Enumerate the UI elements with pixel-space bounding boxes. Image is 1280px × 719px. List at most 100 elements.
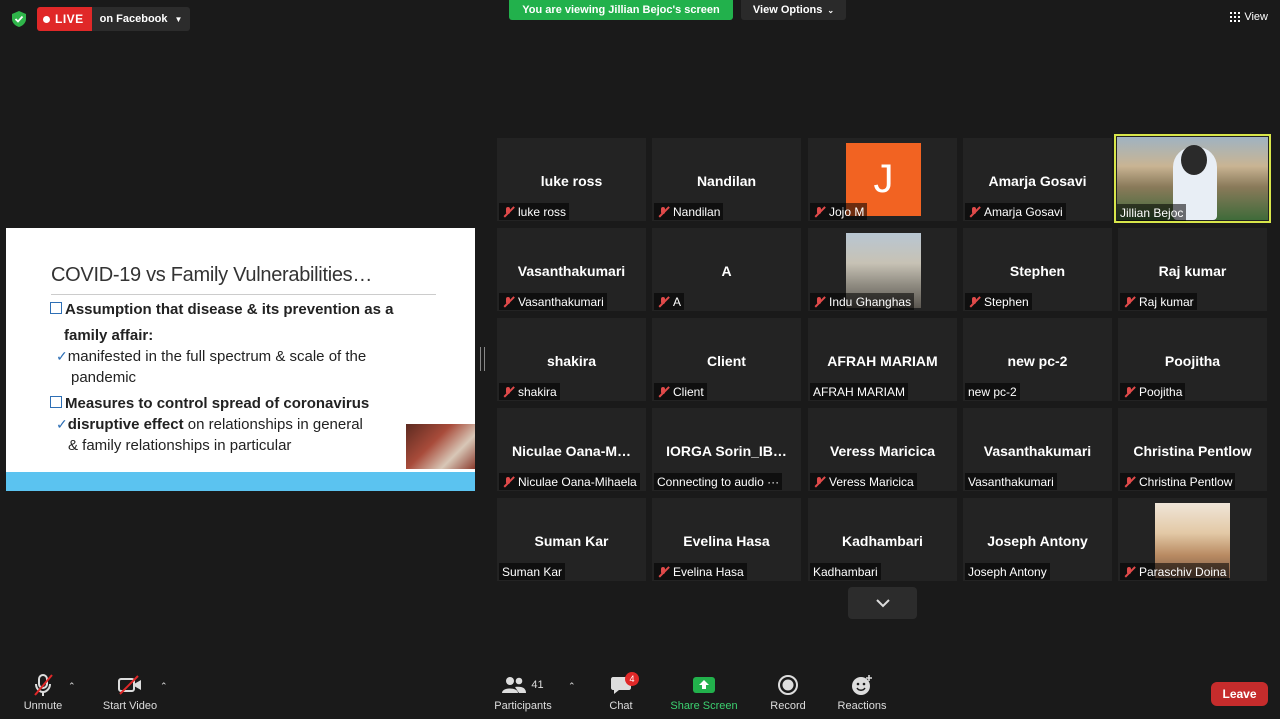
leave-button[interactable]: Leave	[1211, 682, 1268, 706]
mic-muted-icon	[968, 296, 980, 308]
mic-muted-icon	[813, 296, 825, 308]
reactions-button[interactable]: Reactions	[836, 672, 888, 712]
participant-name: AFRAH MARIAM	[827, 353, 938, 369]
participant-label: Client	[654, 383, 707, 400]
participant-label-text: AFRAH MARIAM	[813, 384, 906, 399]
participant-label: Vasanthakumari	[499, 293, 607, 310]
participant-label: Connecting to audio ···	[654, 473, 783, 490]
participant-tile[interactable]: shakira shakira	[497, 318, 646, 401]
participant-label: Evelina Hasa	[654, 563, 747, 580]
participant-tile[interactable]: J Jojo M	[808, 138, 957, 221]
participant-label-text: Evelina Hasa	[673, 564, 744, 579]
participant-tile[interactable]: Joseph Antony Joseph Antony	[963, 498, 1112, 581]
participant-tile[interactable]: Stephen Stephen	[963, 228, 1112, 311]
participant-label: Poojitha	[1120, 383, 1186, 400]
slide-title-rule	[51, 294, 436, 295]
participant-tile[interactable]: Veress Maricica Veress Maricica	[808, 408, 957, 491]
participant-label: Niculae Oana-Mihaela	[499, 473, 640, 490]
participant-name: IORGA Sorin_IB…	[666, 443, 787, 459]
participant-tile[interactable]: luke ross luke ross	[497, 138, 646, 221]
mic-muted-icon	[502, 386, 514, 398]
participant-name: A	[721, 263, 732, 279]
split-divider-handle[interactable]	[480, 347, 485, 371]
participant-tile[interactable]: Suman Kar Suman Kar	[497, 498, 646, 581]
share-screen-button[interactable]: Share Screen	[670, 672, 738, 712]
participant-name: Christina Pentlow	[1133, 443, 1252, 459]
participant-label-text: new pc-2	[968, 384, 1017, 399]
participant-label: Paraschiv Doina	[1120, 563, 1230, 580]
participant-label: Suman Kar	[499, 563, 566, 580]
record-button[interactable]: Record	[767, 672, 809, 712]
participant-tile[interactable]: Indu Ghanghas	[808, 228, 957, 311]
mic-muted-icon	[657, 296, 669, 308]
participant-label: Stephen	[965, 293, 1032, 310]
participant-label: Amarja Gosavi	[965, 203, 1066, 220]
participant-name: Niculae Oana-M…	[511, 443, 632, 459]
participant-tile[interactable]: Vasanthakumari Vasanthakumari	[497, 228, 646, 311]
grid-view-icon	[1230, 12, 1241, 22]
participant-label-text: A	[673, 294, 682, 309]
mic-muted-icon	[18, 672, 68, 698]
participant-tile[interactable]: Christina Pentlow Christina Pentlow	[1118, 408, 1267, 491]
live-stream-indicator[interactable]: LIVE on Facebook ▼	[37, 7, 191, 31]
slide-bullet-1a: Assumption that disease & its prevention…	[50, 301, 393, 318]
mic-muted-icon	[1123, 566, 1135, 578]
slide-bullet-2: Measures to control spread of coronaviru…	[50, 395, 369, 412]
share-screen-icon	[670, 672, 738, 698]
audio-options-caret[interactable]: ⌃	[68, 681, 76, 692]
participant-name: Raj kumar	[1158, 263, 1227, 279]
participant-tile[interactable]: Poojitha Poojitha	[1118, 318, 1267, 401]
start-video-button[interactable]: Start Video	[100, 672, 160, 712]
participant-tile[interactable]: Jillian Bejoc	[1114, 134, 1271, 223]
view-options-button[interactable]: View Options ⌄	[741, 0, 846, 20]
participant-tile[interactable]: AFRAH MARIAM AFRAH MARIAM	[808, 318, 957, 401]
participant-label-text: Nandilan	[673, 204, 721, 219]
participant-name: Vasanthakumari	[983, 443, 1092, 459]
chat-button[interactable]: 4 Chat	[603, 672, 639, 712]
slide-sub-1a: ✓manifested in the full spectrum & scale…	[56, 348, 367, 365]
participant-tile[interactable]: new pc-2 new pc-2	[963, 318, 1112, 401]
more-participants-button[interactable]	[848, 587, 917, 619]
reactions-label: Reactions	[837, 700, 887, 712]
participant-tile[interactable]: Amarja Gosavi Amarja Gosavi	[963, 138, 1112, 221]
participant-tile[interactable]: Vasanthakumari Vasanthakumari	[963, 408, 1112, 491]
participants-button[interactable]: 41 Participants	[492, 672, 554, 712]
mic-muted-icon	[657, 206, 669, 218]
video-options-caret[interactable]: ⌃	[160, 681, 168, 692]
participant-label: Veress Maricica	[810, 473, 917, 490]
view-layout-button[interactable]: View	[1230, 11, 1268, 23]
mic-muted-icon	[502, 476, 514, 488]
record-label: Record	[770, 700, 806, 712]
live-label: LIVE	[55, 12, 84, 26]
security-shield-icon[interactable]	[10, 10, 28, 28]
participant-label: new pc-2	[965, 383, 1020, 400]
participant-label: Jojo M	[810, 203, 868, 220]
record-icon	[767, 672, 809, 698]
participants-options-caret[interactable]: ⌃	[568, 681, 576, 692]
participant-tile[interactable]: Paraschiv Doina	[1118, 498, 1267, 581]
participant-label: Vasanthakumari	[965, 473, 1057, 490]
shared-screen: COVID-19 vs Family Vulnerabilities… Assu…	[6, 228, 475, 491]
participant-tile[interactable]: Evelina Hasa Evelina Hasa	[652, 498, 801, 581]
participant-tile[interactable]: Client Client	[652, 318, 801, 401]
live-target-dropdown[interactable]: on Facebook ▼	[91, 7, 191, 31]
live-target-label: on Facebook	[99, 13, 168, 25]
chat-badge: 4	[625, 672, 639, 686]
participant-tile[interactable]: Nandilan Nandilan	[652, 138, 801, 221]
participant-name: Poojitha	[1164, 353, 1221, 369]
participant-name: new pc-2	[1007, 353, 1068, 369]
participant-tile[interactable]: AA	[652, 228, 801, 311]
participant-name: Vasanthakumari	[517, 263, 626, 279]
participant-label-text: Christina Pentlow	[1139, 474, 1233, 489]
participant-tile[interactable]: Niculae Oana-M… Niculae Oana-Mihaela	[497, 408, 646, 491]
participants-icon: 41	[492, 672, 554, 698]
participant-label: A	[654, 293, 685, 310]
chevron-down-icon	[875, 599, 890, 608]
participant-tile[interactable]: Raj kumar Raj kumar	[1118, 228, 1267, 311]
unmute-button[interactable]: Unmute	[18, 672, 68, 712]
mic-muted-icon	[502, 206, 514, 218]
chat-label: Chat	[609, 700, 633, 712]
participant-tile[interactable]: Kadhambari Kadhambari	[808, 498, 957, 581]
mic-muted-icon	[1123, 386, 1135, 398]
participant-tile[interactable]: IORGA Sorin_IB… Connecting to audio ···	[652, 408, 801, 491]
